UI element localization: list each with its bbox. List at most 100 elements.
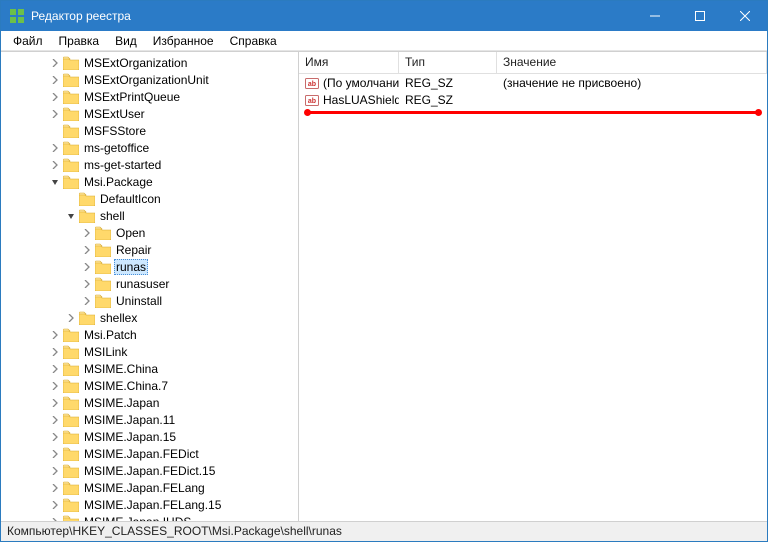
tree-item-label: Msi.Patch [82, 328, 139, 342]
tree-item[interactable]: MSIME.Japan.FEDict.15 [1, 462, 298, 479]
close-button[interactable] [722, 1, 767, 31]
tree-item-label: Repair [114, 243, 153, 257]
app-icon [9, 8, 25, 24]
value-name: HasLUAShield [323, 93, 399, 107]
tree-item[interactable]: shellex [1, 309, 298, 326]
tree-item[interactable]: runasuser [1, 275, 298, 292]
tree-item[interactable]: Repair [1, 241, 298, 258]
tree-item[interactable]: runas [1, 258, 298, 275]
column-value[interactable]: Значение [497, 52, 767, 73]
tree-item[interactable]: MSIME.China.7 [1, 377, 298, 394]
tree-item[interactable]: MSExtUser [1, 105, 298, 122]
chevron-down-icon[interactable] [65, 210, 77, 222]
list-row[interactable]: ab HasLUAShieldREG_SZ [299, 91, 767, 108]
chevron-right-icon[interactable] [49, 465, 61, 477]
titlebar[interactable]: Редактор реестра [1, 1, 767, 31]
tree-item-label: MSIME.Japan.IHDS [82, 515, 193, 522]
content-area: MSExtOrganizationMSExtOrganizationUnitMS… [1, 51, 767, 521]
menu-favorites[interactable]: Избранное [145, 32, 222, 50]
chevron-right-icon[interactable] [49, 142, 61, 154]
chevron-right-icon[interactable] [49, 91, 61, 103]
tree-item[interactable]: Msi.Package [1, 173, 298, 190]
tree-item[interactable]: MSIME.Japan.15 [1, 428, 298, 445]
tree-item[interactable]: MSILink [1, 343, 298, 360]
tree-item[interactable]: ms-get-started [1, 156, 298, 173]
tree-item-label: runas [114, 259, 148, 275]
list-body[interactable]: ab(По умолчанию)REG_SZ(значение не присв… [299, 74, 767, 521]
value-type-cell: REG_SZ [399, 93, 497, 107]
chevron-right-icon[interactable] [81, 295, 93, 307]
tree-item[interactable]: MSExtOrganization [1, 54, 298, 71]
tree-item-label: Msi.Package [82, 175, 155, 189]
chevron-right-icon[interactable] [49, 346, 61, 358]
chevron-right-icon[interactable] [49, 499, 61, 511]
value-name: (По умолчанию) [323, 76, 399, 90]
tree-item[interactable]: MSIME.Japan.11 [1, 411, 298, 428]
tree-item-label: MSIME.China.7 [82, 379, 170, 393]
chevron-right-icon[interactable] [49, 414, 61, 426]
chevron-right-icon[interactable] [49, 448, 61, 460]
tree-pane[interactable]: MSExtOrganizationMSExtOrganizationUnitMS… [1, 52, 299, 521]
maximize-button[interactable] [677, 1, 722, 31]
list-row[interactable]: ab(По умолчанию)REG_SZ(значение не присв… [299, 74, 767, 91]
tree-item-label: MSExtUser [82, 107, 147, 121]
tree-item[interactable]: DefaultIcon [1, 190, 298, 207]
tree-item[interactable]: Msi.Patch [1, 326, 298, 343]
column-name[interactable]: Имя [299, 52, 399, 73]
app-window: Редактор реестра Файл Правка Вид Избранн… [0, 0, 768, 542]
tree-item[interactable]: shell [1, 207, 298, 224]
value-name-cell: ab (По умолчанию) [299, 76, 399, 90]
tree-item-label: Open [114, 226, 147, 240]
tree-item-label: MSILink [82, 345, 129, 359]
chevron-right-icon[interactable] [49, 74, 61, 86]
tree-item-label: MSIME.Japan [82, 396, 161, 410]
tree-item[interactable]: Uninstall [1, 292, 298, 309]
menu-help[interactable]: Справка [222, 32, 285, 50]
menu-file[interactable]: Файл [5, 32, 51, 50]
chevron-right-icon[interactable] [81, 244, 93, 256]
column-type[interactable]: Тип [399, 52, 497, 73]
chevron-right-icon[interactable] [81, 261, 93, 273]
tree-item-label: Uninstall [114, 294, 164, 308]
minimize-button[interactable] [632, 1, 677, 31]
tree-item[interactable]: Open [1, 224, 298, 241]
chevron-right-icon[interactable] [49, 397, 61, 409]
value-type-cell: REG_SZ [399, 76, 497, 90]
chevron-right-icon[interactable] [49, 516, 61, 522]
svg-text:ab: ab [308, 81, 316, 88]
tree-item[interactable]: MSIME.China [1, 360, 298, 377]
chevron-right-icon[interactable] [49, 159, 61, 171]
tree-item[interactable]: MSExtPrintQueue [1, 88, 298, 105]
chevron-right-icon[interactable] [49, 380, 61, 392]
tree-item-label: MSExtOrganizationUnit [82, 73, 211, 87]
tree-item-label: MSFSStore [82, 124, 148, 138]
chevron-right-icon[interactable] [65, 312, 77, 324]
chevron-down-icon[interactable] [49, 176, 61, 188]
tree-item[interactable]: MSFSStore [1, 122, 298, 139]
chevron-right-icon[interactable] [49, 482, 61, 494]
chevron-right-icon[interactable] [49, 431, 61, 443]
svg-text:ab: ab [308, 98, 316, 105]
tree-item[interactable]: ms-getoffice [1, 139, 298, 156]
tree-item[interactable]: MSIME.Japan [1, 394, 298, 411]
tree-item[interactable]: MSExtOrganizationUnit [1, 71, 298, 88]
tree-item-label: DefaultIcon [98, 192, 163, 206]
tree-item-label: MSIME.Japan.FEDict [82, 447, 201, 461]
window-title: Редактор реестра [31, 9, 632, 23]
menu-view[interactable]: Вид [107, 32, 145, 50]
tree-item[interactable]: MSIME.Japan.FELang [1, 479, 298, 496]
chevron-right-icon[interactable] [49, 57, 61, 69]
tree-item[interactable]: MSIME.Japan.FELang.15 [1, 496, 298, 513]
tree-item[interactable]: MSIME.Japan.FEDict [1, 445, 298, 462]
menubar: Файл Правка Вид Избранное Справка [1, 31, 767, 51]
chevron-right-icon[interactable] [49, 363, 61, 375]
chevron-right-icon[interactable] [49, 108, 61, 120]
menu-edit[interactable]: Правка [51, 32, 108, 50]
chevron-right-icon[interactable] [81, 278, 93, 290]
chevron-right-icon[interactable] [49, 329, 61, 341]
tree-item[interactable]: MSIME.Japan.IHDS [1, 513, 298, 521]
tree-item-label: shellex [98, 311, 139, 325]
tree-item-label: MSIME.Japan.FEDict.15 [82, 464, 217, 478]
tree-item-label: MSIME.Japan.11 [82, 413, 177, 427]
chevron-right-icon[interactable] [81, 227, 93, 239]
